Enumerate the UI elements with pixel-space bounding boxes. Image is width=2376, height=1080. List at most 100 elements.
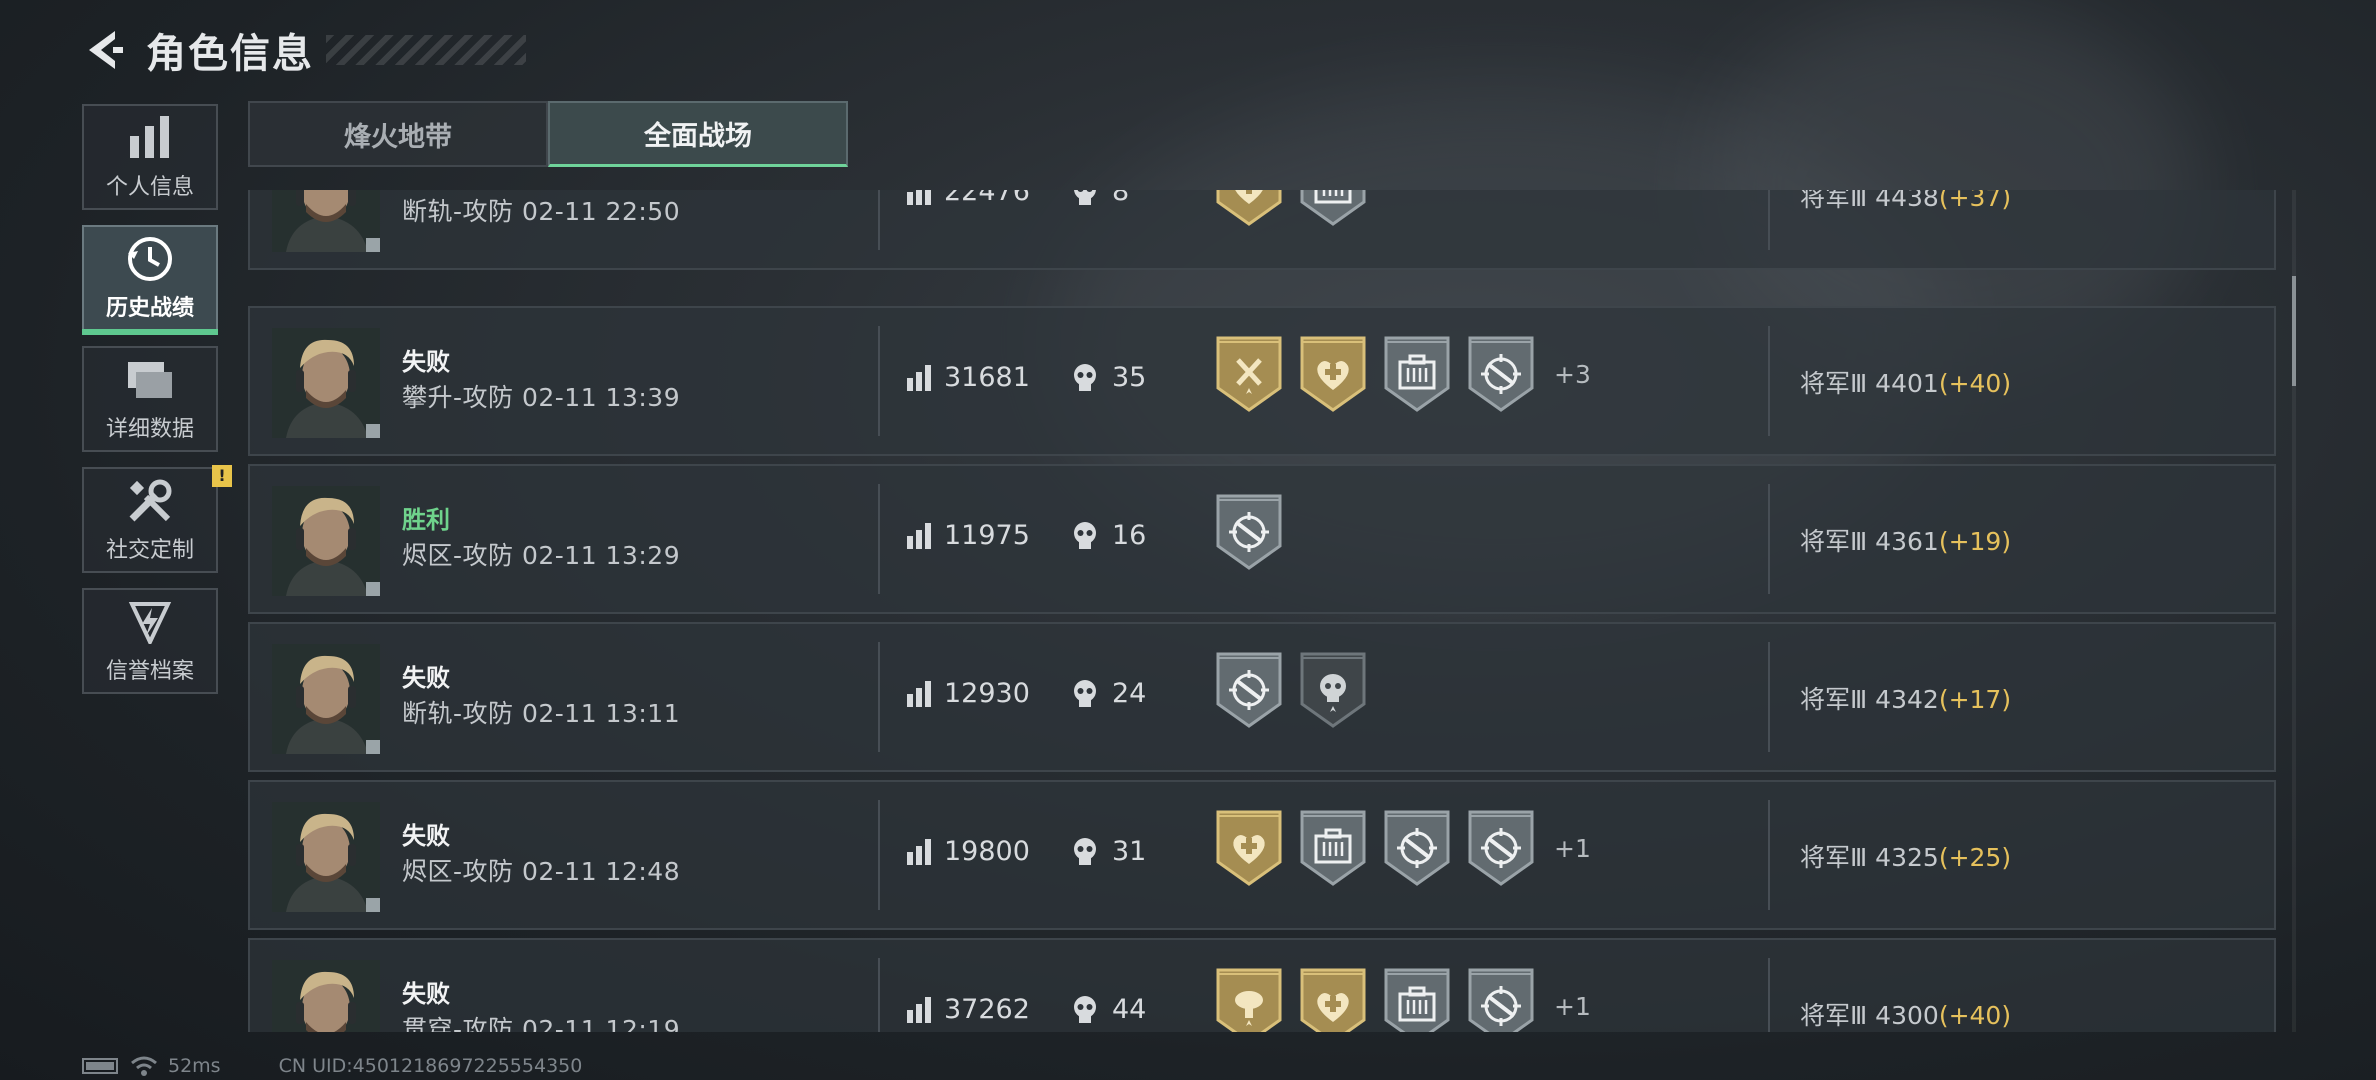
medal-supply-icon[interactable] <box>1298 190 1368 226</box>
divider <box>1768 642 1770 752</box>
back-button[interactable] <box>80 26 128 74</box>
lightning-shield-icon <box>124 597 176 647</box>
bar-chart-icon <box>907 838 931 865</box>
tools-icon <box>124 476 176 526</box>
score-stat: 11975 <box>906 520 1030 551</box>
sidebar-item-label: 社交定制 <box>105 538 194 563</box>
medal-supply-icon[interactable] <box>1298 810 1368 886</box>
score-value: 19800 <box>944 836 1030 867</box>
medal-medic-icon[interactable] <box>1298 336 1368 412</box>
scrollbar[interactable] <box>2292 190 2296 1032</box>
skull-icon <box>1074 521 1096 549</box>
match-result: 失败 <box>402 980 450 1008</box>
kills-stat: 35 <box>1072 362 1146 393</box>
rank-value: 将军Ⅲ 4361 <box>1800 527 1939 556</box>
match-row[interactable]: 失败攀升-攻防 02-11 13:39 31681 35 +3 将军Ⅲ 4401(+40… <box>248 306 2276 456</box>
match-row[interactable]: 胜利 烬区-攻防 02-11 13:29 11975 16 将军Ⅲ 4361(+19) <box>248 464 2276 614</box>
rank-delta: (+19) <box>1938 527 2012 556</box>
score-stat: 12930 <box>906 678 1030 709</box>
sidebar-item-social[interactable]: 社交定制 ! <box>82 465 232 573</box>
ping-value: 52ms <box>168 1055 221 1077</box>
rank-info: 将军Ⅲ 4401(+40) <box>1800 364 2011 400</box>
extra-medals-count[interactable]: +1 <box>1554 834 1591 863</box>
divider <box>1768 800 1770 910</box>
rank-info: 将军Ⅲ 4438(+37) <box>1800 190 2011 214</box>
match-result: 失败 <box>402 348 450 376</box>
score-value: 37262 <box>944 994 1030 1025</box>
medal-medic-icon[interactable] <box>1214 190 1284 226</box>
medal-medic-icon[interactable] <box>1298 968 1368 1032</box>
bar-chart-icon <box>907 190 931 205</box>
medal-medic-icon[interactable] <box>1214 810 1284 886</box>
sidebar-item-label: 信誉档案 <box>105 659 194 684</box>
divider <box>878 326 880 436</box>
score-stat: 19800 <box>906 836 1030 867</box>
bar-chart-icon <box>124 113 176 163</box>
match-row[interactable]: 失败 断轨-攻防 02-11 13:11 12930 24 将军Ⅲ 4342(+17) <box>248 622 2276 772</box>
sidebar-item-detailed-data[interactable]: 详细数据 <box>82 346 218 452</box>
map-and-time: 断轨-攻防 02-11 22:50 <box>402 197 681 226</box>
kills-stat: 24 <box>1072 678 1146 709</box>
match-history-list[interactable]: 胜利断轨-攻防 02-11 22:50224768将军Ⅲ 4438(+37)失败… <box>248 190 2276 1032</box>
history-clock-icon <box>124 234 176 284</box>
match-row[interactable]: 失败 烬区-攻防 02-11 12:48 19800 31 +1 将军Ⅲ 4325(+25… <box>248 780 2276 930</box>
avatar <box>272 960 380 1032</box>
medal-list <box>1214 494 1298 570</box>
sidebar-item-label: 历史战绩 <box>105 296 194 321</box>
medal-engineer-icon[interactable] <box>1214 336 1284 412</box>
scrollbar-thumb[interactable] <box>2292 276 2296 386</box>
map-and-time: 攀升-攻防 02-11 13:39 <box>402 383 681 412</box>
tab-full-battlefield[interactable]: 全面战场 <box>548 101 848 167</box>
medal-list <box>1214 652 1382 728</box>
extra-medals-count[interactable]: +1 <box>1554 992 1591 1021</box>
rank-value: 将军Ⅲ 4438 <box>1800 190 1939 212</box>
avatar <box>272 644 380 754</box>
medal-supply-icon[interactable] <box>1382 968 1452 1032</box>
score-value: 31681 <box>944 362 1030 393</box>
divider <box>1768 958 1770 1032</box>
medal-marksman-icon[interactable] <box>1466 336 1536 412</box>
score-value: 22476 <box>944 190 1030 207</box>
medal-skull-icon[interactable] <box>1298 652 1368 728</box>
kills-value: 31 <box>1112 836 1147 867</box>
medal-marksman-icon[interactable] <box>1214 494 1284 570</box>
medal-marksman-icon[interactable] <box>1466 968 1536 1032</box>
divider <box>878 190 880 250</box>
rank-value: 将军Ⅲ 4325 <box>1800 843 1939 872</box>
medal-marksman-icon[interactable] <box>1466 810 1536 886</box>
map-and-time: 烬区-攻防 02-11 12:48 <box>402 857 681 886</box>
medal-supply-icon[interactable] <box>1382 336 1452 412</box>
kills-stat: 16 <box>1072 520 1146 551</box>
medal-marksman-icon[interactable] <box>1214 652 1284 728</box>
extra-medals-count[interactable]: +3 <box>1554 360 1591 389</box>
rank-info: 将军Ⅲ 4342(+17) <box>1800 680 2011 716</box>
notification-badge: ! <box>212 465 232 487</box>
medal-explosive-icon[interactable] <box>1214 968 1284 1032</box>
sidebar-item-label: 个人信息 <box>105 175 194 200</box>
sidebar-item-credit[interactable]: 信誉档案 <box>82 588 218 694</box>
divider <box>878 642 880 752</box>
rank-delta: (+40) <box>1938 1001 2012 1030</box>
bar-chart-icon <box>907 996 931 1023</box>
score-value: 11975 <box>944 520 1030 551</box>
match-row[interactable]: 胜利断轨-攻防 02-11 22:50 22476 8 将军Ⅲ 4438(+37) <box>248 190 2276 270</box>
medal-marksman-icon[interactable] <box>1382 810 1452 886</box>
rank-value: 将军Ⅲ 4401 <box>1800 369 1939 398</box>
rank-delta: (+40) <box>1938 369 2012 398</box>
score-stat: 31681 <box>906 362 1030 393</box>
rank-value: 将军Ⅲ 4342 <box>1800 685 1939 714</box>
skull-icon <box>1074 679 1096 707</box>
rank-delta: (+37) <box>1938 190 2012 212</box>
map-and-time: 断轨-攻防 02-11 13:11 <box>402 699 681 728</box>
tab-warzone[interactable]: 烽火地带 <box>248 101 548 167</box>
medal-list: +1 <box>1214 968 1591 1032</box>
folders-icon <box>124 355 176 405</box>
divider <box>1768 326 1770 436</box>
sidebar-item-history[interactable]: 历史战绩 <box>82 225 218 335</box>
match-row[interactable]: 失败 贯穿-攻防 02-11 12:19 37262 44 +1 将军Ⅲ 4300(+40… <box>248 938 2276 1032</box>
back-arrow-icon <box>89 31 123 69</box>
sidebar-item-personal-info[interactable]: 个人信息 <box>82 104 218 210</box>
skull-icon <box>1074 837 1096 865</box>
bar-chart-icon <box>907 364 931 391</box>
score-stat: 37262 <box>906 994 1030 1025</box>
